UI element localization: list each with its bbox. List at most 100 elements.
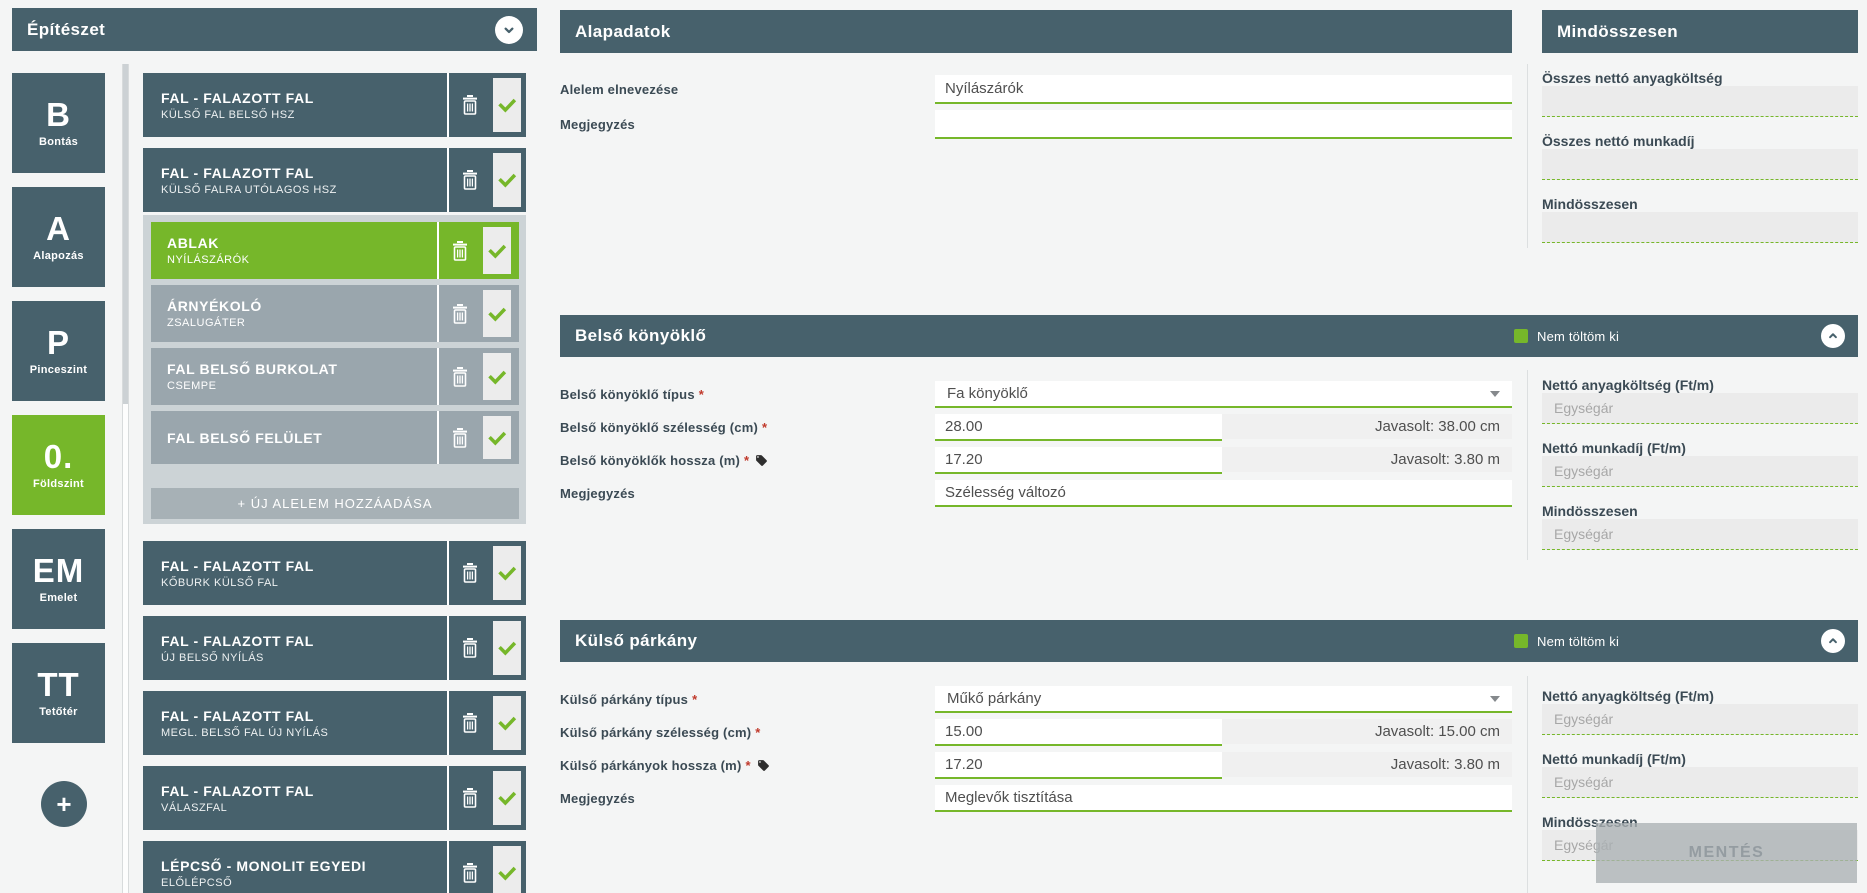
element-complete-checkbox[interactable] [493,153,521,207]
element-item[interactable]: FAL - FALAZOTT FAL VÁLASZFAL [143,766,526,830]
element-complete-checkbox[interactable] [493,546,521,600]
subelement-complete-checkbox[interactable] [483,290,511,337]
subelement-complete-checkbox[interactable] [483,416,511,459]
delete-subelement-button[interactable] [439,285,481,342]
chevron-up-icon [1826,634,1840,648]
inner-sill-width-input[interactable] [935,414,1222,441]
level-tab-alapozas[interactable]: A Alapozás [12,187,105,287]
inner-sill-section-title: Belső könyöklő [575,326,706,346]
skip-section-checkbox[interactable] [1514,634,1528,648]
skip-section: Nem töltöm ki [1514,315,1619,357]
element-complete-checkbox[interactable] [493,846,521,893]
required-mark: * [699,387,704,402]
level-code: B [46,98,71,131]
tag-icon [757,759,770,772]
outer-ledge-width-input[interactable] [935,719,1222,746]
basic-data-header: Alapadatok [560,10,1512,53]
level-tab-pinceszint[interactable]: P Pinceszint [12,301,105,401]
field-label: Belső könyöklők hossza (m)* [560,447,930,474]
subelement-item[interactable]: ÁRNYÉKOLÓ ZSALUGÁTER [151,285,519,342]
add-subelement-button[interactable]: + ÚJ ALELEM HOZZÁADÁSA [151,488,519,519]
subelement-title: FAL BELSŐ BURKOLAT [167,361,437,377]
delete-subelement-button[interactable] [439,222,481,279]
outer-ledge-type-select[interactable]: Műkő párkány [935,686,1512,713]
trash-icon [450,303,470,325]
element-title: LÉPCSŐ - MONOLIT EGYEDI [161,858,447,874]
field-label: Külső párkány típus* [560,686,930,713]
suggested-value: Javasolt: 3.80 m [1222,447,1512,472]
delete-element-button[interactable] [449,616,491,680]
delete-element-button[interactable] [449,148,491,212]
field-label-text: Alelem elnevezése [560,82,678,97]
inner-sill-type-select[interactable]: Fa könyöklő [935,381,1512,408]
delete-element-button[interactable] [449,73,491,137]
skip-section-checkbox[interactable] [1514,329,1528,343]
element-item[interactable]: FAL - FALAZOTT FAL KÜLSŐ FALRA UTÓLAGOS … [143,148,526,212]
subelement-complete-checkbox[interactable] [483,227,511,274]
inner-sill-length-input[interactable] [935,447,1222,474]
level-tab-bontas[interactable]: B Bontás [12,73,105,173]
subelement-text: FAL BELSŐ BURKOLAT CSEMPE [151,348,437,405]
plus-icon: + [56,789,71,820]
outer-ledge-length-input[interactable] [935,752,1222,779]
add-subelement-label: + ÚJ ALELEM HOZZÁADÁSA [237,496,432,511]
trash-icon [460,169,480,191]
subelement-item[interactable]: ABLAK NYÍLÁSZÁRÓK [151,222,519,279]
check-icon [487,367,507,387]
element-item[interactable]: FAL - FALAZOTT FAL KŐBURK KÜLSŐ FAL [143,541,526,605]
skip-section-label: Nem töltöm ki [1537,329,1619,344]
element-text: FAL - FALAZOTT FAL KŐBURK KÜLSŐ FAL [143,541,447,605]
collapse-section-button[interactable] [1821,324,1845,348]
subelement-name-input[interactable] [935,75,1512,104]
level-tab-emelet[interactable]: EM Emelet [12,529,105,629]
field-label: Megjegyzés [560,111,930,138]
element-complete-checkbox[interactable] [493,78,521,132]
field-label-text: Külső párkány típus [560,692,688,707]
subelement-item[interactable]: FAL BELSŐ BURKOLAT CSEMPE [151,348,519,405]
check-icon [497,713,517,733]
field-label-text: Megjegyzés [560,117,635,132]
outer-ledge-comment-input[interactable] [935,785,1512,812]
field-label-text: Belső könyöklő típus [560,387,695,402]
subelement-title: ÁRNYÉKOLÓ [167,298,437,314]
collapse-section-button[interactable] [1821,629,1845,653]
inner-sill-comment-input[interactable] [935,480,1512,507]
check-icon [497,638,517,658]
save-button[interactable]: MENTÉS [1596,823,1857,883]
delete-subelement-button[interactable] [439,411,481,464]
summary-field-label: Összes nettó munkadíj [1542,133,1858,149]
delete-element-button[interactable] [449,691,491,755]
field-label: Belső könyöklő szélesség (cm)* [560,414,930,441]
check-icon [497,788,517,808]
element-subtitle: ÚJ BELSŐ NYÍLÁS [161,652,447,664]
divider [1527,676,1528,893]
delete-element-button[interactable] [449,541,491,605]
delete-element-button[interactable] [449,766,491,830]
add-level-button[interactable]: + [41,781,87,827]
level-code: A [46,212,71,245]
level-tab-tetoter[interactable]: TT Tetőtér [12,643,105,743]
element-complete-checkbox[interactable] [493,621,521,675]
element-item[interactable]: LÉPCSŐ - MONOLIT EGYEDI ELŐLÉPCSŐ [143,841,526,893]
level-tab-foldszint[interactable]: 0. Földszint [12,415,105,515]
subelement-item[interactable]: FAL BELSŐ FELÜLET [151,411,519,464]
delete-subelement-button[interactable] [439,348,481,405]
field-label-text: Külső párkány szélesség (cm) [560,725,751,740]
level-code: 0. [44,440,74,473]
net-labor-cost-field [1542,456,1858,487]
skip-section: Nem töltöm ki [1514,620,1619,662]
element-complete-checkbox[interactable] [493,771,521,825]
left-panel-title: Építészet [27,20,105,40]
collapse-left-panel-button[interactable] [495,16,523,44]
divider [1527,370,1528,560]
element-item[interactable]: FAL - FALAZOTT FAL KÜLSŐ FAL BELSŐ HSZ [143,73,526,137]
element-complete-checkbox[interactable] [493,696,521,750]
delete-element-button[interactable] [449,841,491,893]
element-text: FAL - FALAZOTT FAL VÁLASZFAL [143,766,447,830]
element-list-scrollbar-thumb[interactable] [123,64,128,404]
element-item[interactable]: FAL - FALAZOTT FAL ÚJ BELSŐ NYÍLÁS [143,616,526,680]
basic-data-title: Alapadatok [575,22,671,42]
element-item[interactable]: FAL - FALAZOTT FAL MEGL. BELSŐ FAL ÚJ NY… [143,691,526,755]
basic-comment-input[interactable] [935,110,1512,139]
subelement-complete-checkbox[interactable] [483,353,511,400]
